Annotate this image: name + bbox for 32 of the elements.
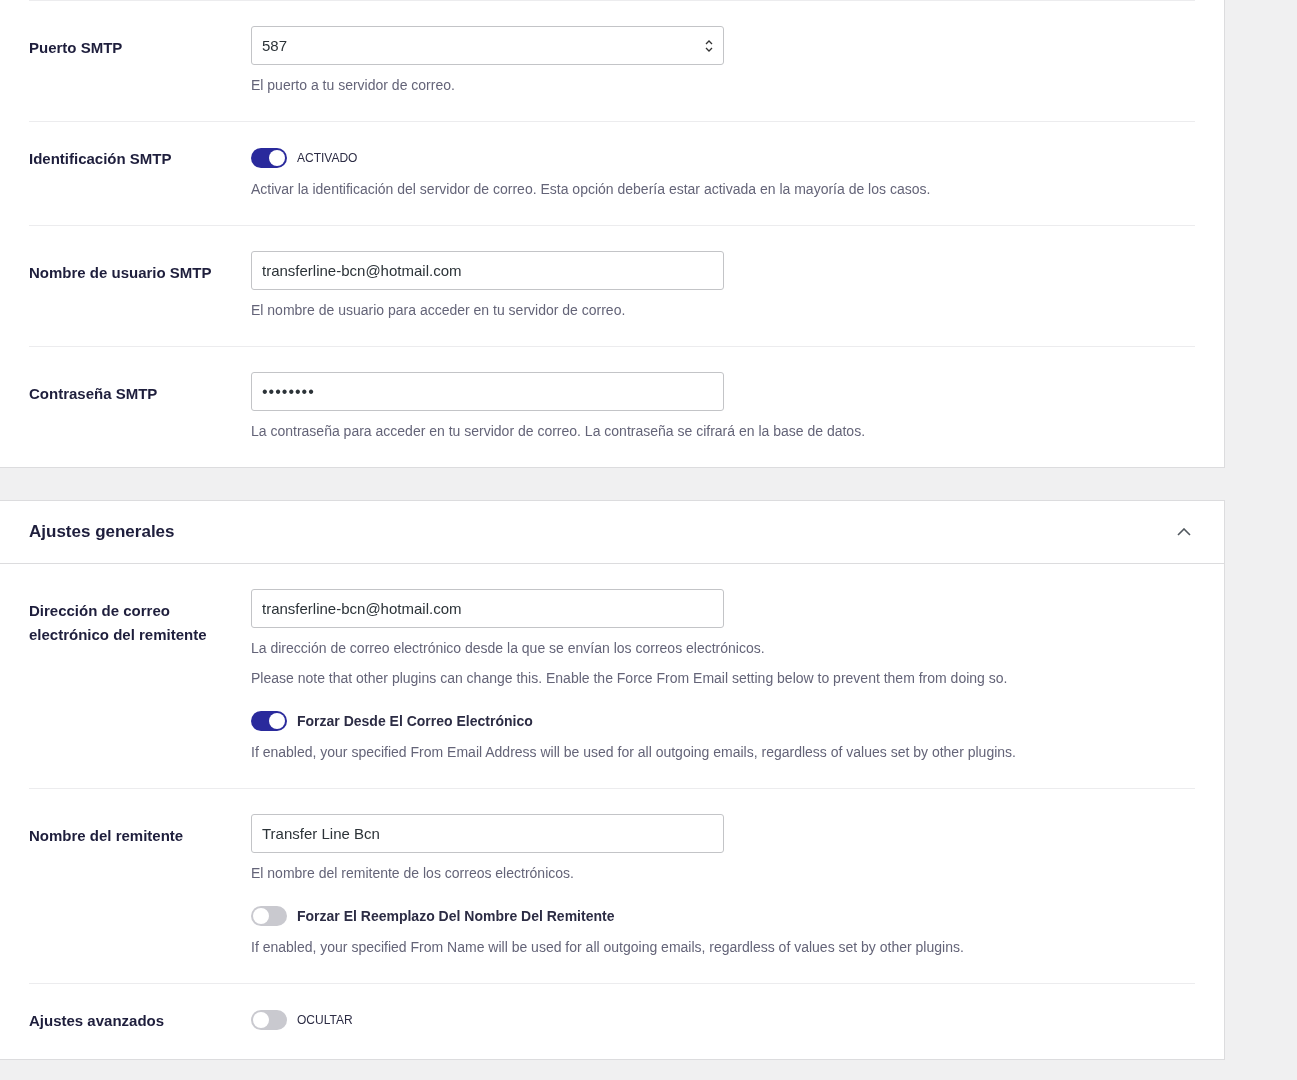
chevron-icon[interactable]	[1177, 528, 1191, 536]
help-text: Activar la identificación del servidor de correo. Esta opción debería estar activada en la mayoría de los casos.	[251, 180, 932, 199]
toggle-label: Forzar Desde El Correo Electrónico	[297, 713, 533, 729]
toggle-label: ACTIVADO	[297, 151, 358, 165]
section-title: Ajustes generales	[29, 522, 175, 542]
toggle-switch[interactable]	[251, 711, 287, 731]
field-label: Nombre del remitente	[29, 827, 184, 844]
help-text: La dirección de correo electrónico desde la que se envían los correos electrónicos.	[251, 639, 766, 658]
input-field[interactable]: ••••••••	[251, 372, 724, 411]
field-label: Nombre de usuario SMTP	[29, 264, 212, 281]
toggle-switch[interactable]	[251, 1010, 287, 1030]
help-text: El puerto a tu servidor de correo.	[251, 76, 456, 95]
toggle-switch[interactable]	[251, 906, 287, 926]
toggle-switch[interactable]	[251, 148, 287, 168]
input-field[interactable]: transferline-bcn@hotmail.com	[251, 251, 724, 290]
input-field[interactable]: Transfer Line Bcn	[251, 814, 724, 853]
spinner-icon[interactable]	[705, 38, 713, 53]
help-text: El nombre de usuario para acceder en tu servidor de correo.	[251, 301, 627, 320]
field-label: Puerto SMTP	[29, 39, 123, 56]
help-text: If enabled, your specified From Email Address will be used for all outgoing emails, regardless of values set by other plugins.	[251, 743, 1017, 762]
toggle-label: Forzar El Reemplazo Del Nombre Del Remitente	[297, 908, 615, 924]
field-label: Dirección de correo electrónico del remitente	[29, 602, 207, 643]
field-label: Contraseña SMTP	[29, 385, 158, 402]
help-text: La contraseña para acceder en tu servidor de correo. La contraseña se cifrará en la base de datos.	[251, 422, 867, 441]
input-field[interactable]: transferline-bcn@hotmail.com	[251, 589, 724, 628]
field-label: Identificación SMTP	[29, 150, 172, 167]
toggle-label: OCULTAR	[297, 1013, 353, 1027]
input-field[interactable]: 587	[251, 26, 724, 65]
help-text: If enabled, your specified From Name will be used for all outgoing emails, regardless of values set by other plugins.	[251, 938, 965, 957]
field-label: Ajustes avanzados	[29, 1012, 165, 1029]
help-text: Please note that other plugins can change this. Enable the Force From Email setting below to prevent them from doing so.	[251, 669, 1009, 688]
help-text: El nombre del remitente de los correos electrónicos.	[251, 864, 575, 883]
